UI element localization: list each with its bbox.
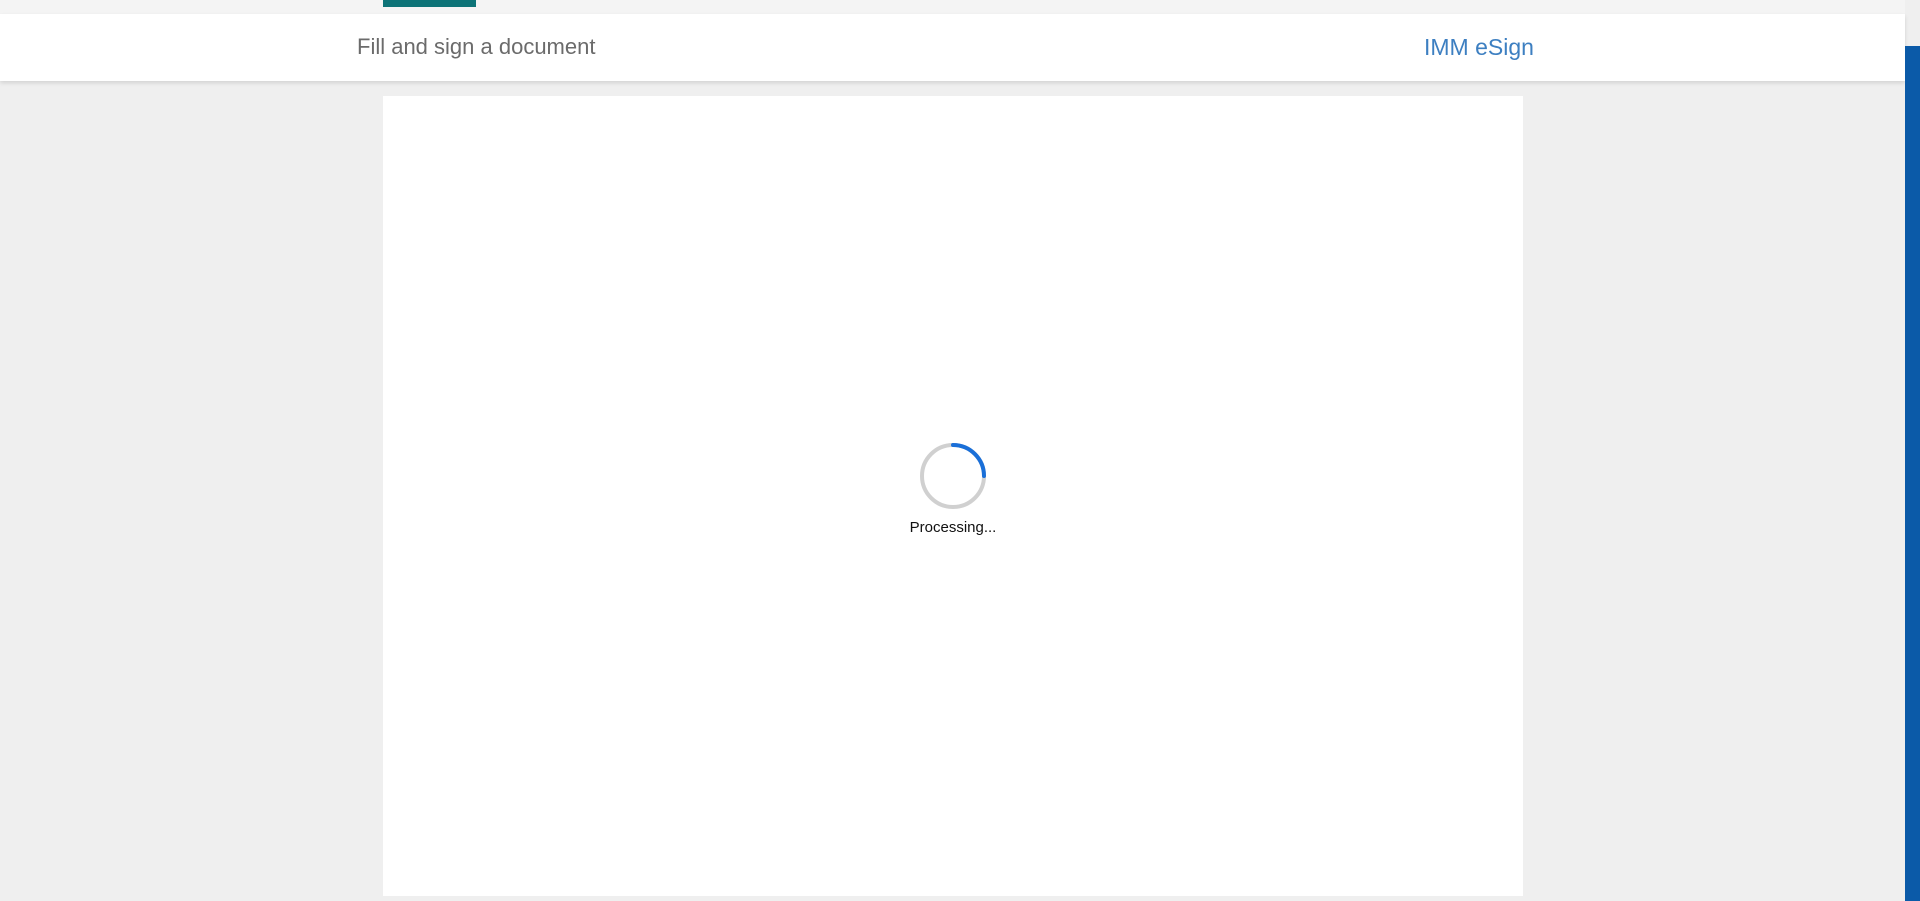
processing-label: Processing...	[909, 519, 997, 536]
loading-spinner-icon	[920, 443, 986, 509]
scrollbar[interactable]	[1905, 46, 1920, 901]
active-tab-indicator	[383, 0, 476, 7]
page-title: Fill and sign a document	[357, 34, 596, 59]
top-strip	[0, 0, 1905, 14]
page-header: Fill and sign a document IMM eSign	[0, 14, 1905, 81]
imm-esign-link[interactable]: IMM eSign	[1424, 34, 1534, 61]
document-panel: Processing...	[383, 96, 1523, 896]
